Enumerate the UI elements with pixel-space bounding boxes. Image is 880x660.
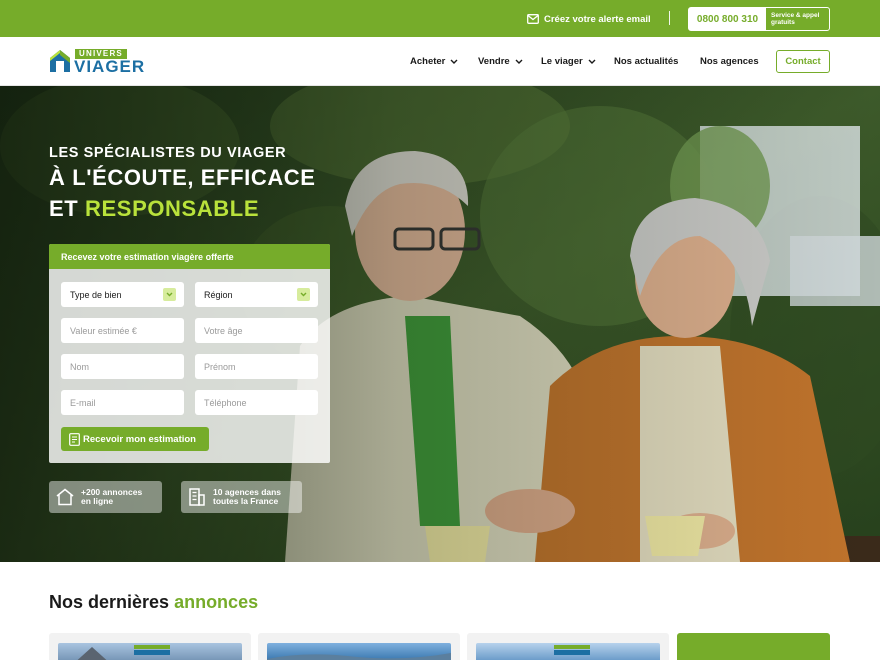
house-icon <box>49 488 81 506</box>
listing-house-shape <box>77 647 107 660</box>
nav-item-label: Acheter <box>410 56 446 67</box>
listing-photo <box>267 643 451 660</box>
age-input[interactable]: Votre âge <box>195 318 318 343</box>
listing-hills-shape <box>267 653 451 660</box>
document-icon <box>69 432 80 446</box>
nav-item-label: Nos agences <box>700 56 759 67</box>
submit-estimation-button[interactable]: Recevoir mon estimation <box>61 427 209 451</box>
nav-item-label: Le viager <box>541 56 583 67</box>
badge-line2: en ligne <box>81 496 114 506</box>
nav-item-label: Nos actualités <box>614 56 679 67</box>
phone-number: 0800 800 310 <box>689 8 766 30</box>
badge-agences: 10 agences dans toutes la France <box>181 481 302 513</box>
top-bar: Créez votre alerte email 0800 800 310 Se… <box>0 0 880 37</box>
promo-card[interactable] <box>677 633 830 660</box>
listing-card[interactable] <box>258 633 460 660</box>
hero-heading: LES SPÉCIALISTES DU VIAGER À L'ÉCOUTE, E… <box>49 145 316 223</box>
phone-button[interactable]: 0800 800 310 Service & appel gratuits <box>688 7 830 31</box>
contact-button[interactable]: Contact <box>776 50 830 73</box>
listing-logo-icon <box>554 645 590 655</box>
badge-annonces: +200 annonces en ligne <box>49 481 162 513</box>
hero-title-line2: ET RESPONSABLE <box>49 194 316 223</box>
section-title-accent: annonces <box>174 592 259 612</box>
nav-item-vendre[interactable]: Vendre <box>478 37 523 86</box>
estimation-form: Recevez votre estimation viagère offerte… <box>49 244 330 463</box>
nom-input[interactable]: Nom <box>61 354 184 379</box>
dropdown-chevron-icon <box>297 288 310 301</box>
type-bien-select[interactable]: Type de bien <box>61 282 184 307</box>
main-navigation: UNIVERS VIAGER Acheter Vendre Le viager … <box>0 37 880 86</box>
chevron-down-icon <box>588 59 596 64</box>
prenom-input[interactable]: Prénom <box>195 354 318 379</box>
nav-item-le-viager[interactable]: Le viager <box>541 37 596 86</box>
nav-item-agences[interactable]: Nos agences <box>700 37 759 86</box>
listing-card[interactable] <box>467 633 669 660</box>
hero-title-line1: À L'ÉCOUTE, EFFICACE <box>49 165 316 190</box>
badge-line2: toutes la France <box>213 496 279 506</box>
listing-photo <box>58 643 242 660</box>
hero-title-accent: RESPONSABLE <box>85 196 260 221</box>
hero-title-start: ET <box>49 196 86 221</box>
form-heading: Recevez votre estimation viagère offerte <box>49 244 330 269</box>
listing-photo <box>476 643 660 660</box>
topbar-divider <box>669 11 670 25</box>
email-alert-label: Créez votre alerte email <box>544 13 651 25</box>
dropdown-chevron-icon <box>163 288 176 301</box>
nav-item-acheter[interactable]: Acheter <box>410 37 458 86</box>
phone-note: Service & appel gratuits <box>766 8 829 30</box>
type-bien-value: Type de bien <box>70 289 122 300</box>
hero-subtitle: LES SPÉCIALISTES DU VIAGER <box>49 145 287 161</box>
telephone-input[interactable]: Téléphone <box>195 390 318 415</box>
nav-item-actualites[interactable]: Nos actualités <box>614 37 678 86</box>
hero-section: LES SPÉCIALISTES DU VIAGER À L'ÉCOUTE, E… <box>0 86 880 562</box>
chevron-down-icon <box>450 59 458 64</box>
valeur-estimee-input[interactable]: Valeur estimée € <box>61 318 184 343</box>
univers-viager-logo[interactable]: UNIVERS VIAGER <box>49 47 144 77</box>
submit-label: Recevoir mon estimation <box>83 433 196 445</box>
listing-logo-icon <box>134 645 170 655</box>
section-title: Nos dernières annonces <box>49 592 258 613</box>
region-select[interactable]: Région <box>195 282 318 307</box>
nav-item-label: Vendre <box>478 56 510 67</box>
region-value: Région <box>204 289 233 300</box>
email-input[interactable]: E-mail <box>61 390 184 415</box>
mail-icon <box>527 14 539 24</box>
email-alert-link[interactable]: Créez votre alerte email <box>527 11 651 27</box>
listing-card[interactable] <box>49 633 251 660</box>
chevron-down-icon <box>515 59 523 64</box>
logo-viager-text: VIAGER <box>74 57 146 76</box>
building-icon <box>181 487 213 507</box>
section-title-start: Nos dernières <box>49 592 175 612</box>
logo-house-icon <box>50 50 70 72</box>
